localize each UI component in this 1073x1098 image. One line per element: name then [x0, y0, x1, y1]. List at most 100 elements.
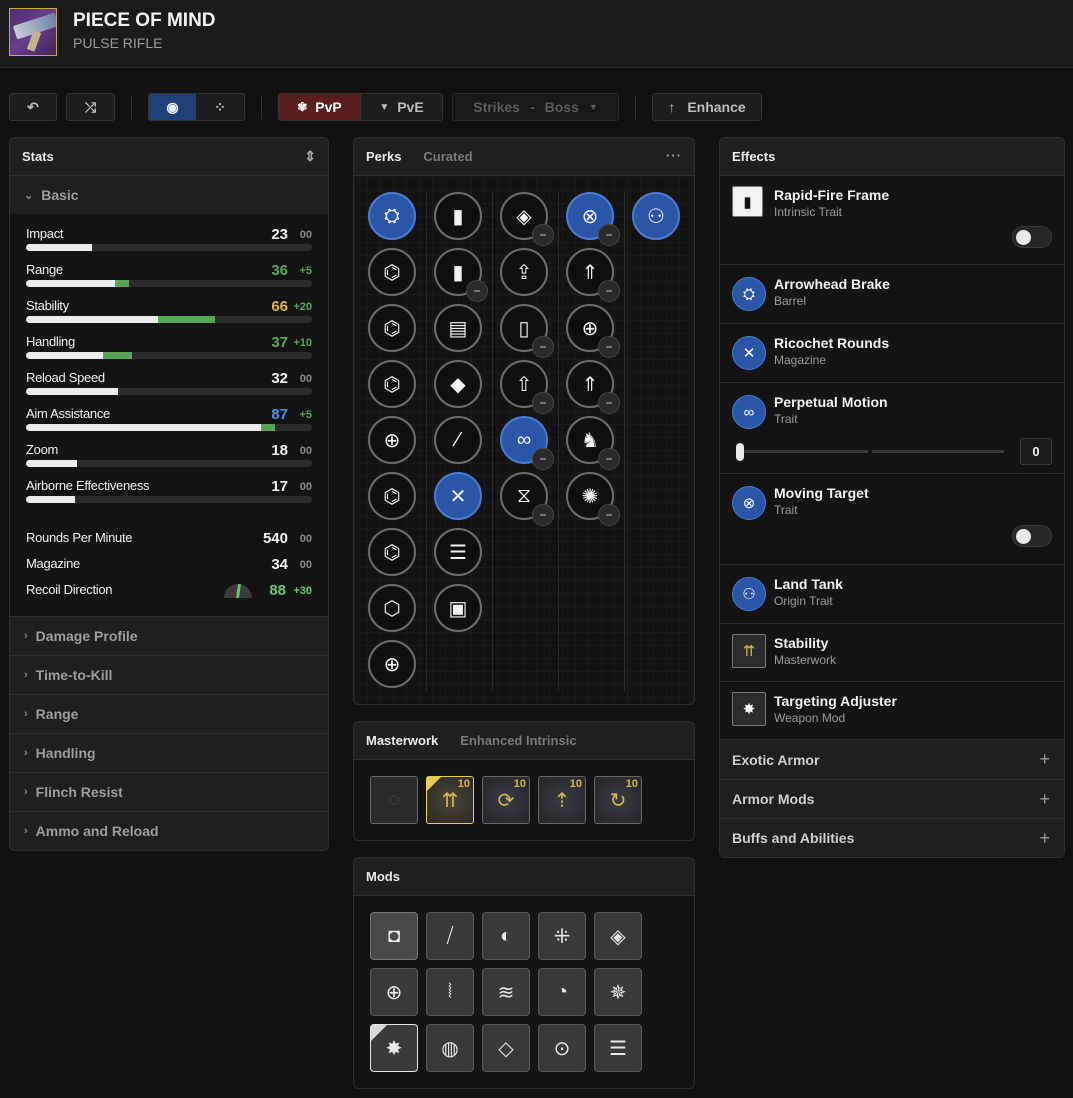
more-icon[interactable]: ··· — [666, 148, 682, 163]
add-armor-mods[interactable]: Armor Mods + — [720, 779, 1064, 818]
tab-perks[interactable]: Perks — [366, 149, 401, 164]
mod-slot[interactable]: ⦚ — [426, 968, 474, 1016]
effects-header: Effects — [720, 138, 1064, 176]
mod-slot[interactable]: ◐ — [482, 912, 530, 960]
perk-mag-7[interactable]: ☰ — [434, 528, 482, 576]
plus-icon[interactable]: + — [1039, 789, 1050, 810]
mod-slot[interactable]: ◔ — [538, 968, 586, 1016]
remove-perk-button[interactable]: − — [598, 448, 620, 470]
masterwork-handling[interactable]: ⟳ 10 — [482, 776, 530, 824]
section-handling[interactable]: › Handling — [10, 733, 328, 772]
remove-perk-button[interactable]: − — [598, 224, 620, 246]
perk-barrel-5[interactable]: ⊕ — [368, 416, 416, 464]
perk-moving-target[interactable]: ⊗ − — [566, 192, 620, 246]
section-range[interactable]: › Range — [10, 694, 328, 733]
perk-barrel-3[interactable]: ⌬ — [368, 304, 416, 352]
stat-name: Impact — [26, 226, 64, 241]
mod-slot[interactable]: ≋ — [482, 968, 530, 1016]
mod-slot[interactable]: ◇ — [482, 1024, 530, 1072]
remove-perk-button[interactable]: − — [532, 504, 554, 526]
mod-slot[interactable]: ⧸ — [426, 912, 474, 960]
section-time-to-kill[interactable]: › Time-to-Kill — [10, 655, 328, 694]
section-basic[interactable]: ⌄ Basic — [10, 176, 328, 214]
perk-trait2-3[interactable]: ⊕ − — [566, 304, 620, 358]
pvp-button[interactable]: ✾ PvP — [279, 94, 360, 120]
perk-trait2-5[interactable]: ♞ − — [566, 416, 620, 470]
perk-mag-4[interactable]: ◆ — [434, 360, 482, 408]
perk-trait1-3[interactable]: ▯ − — [500, 304, 554, 358]
mod-slot[interactable]: ◘ — [370, 912, 418, 960]
perk-mag-1[interactable]: ▮ — [434, 192, 482, 240]
perk-trait1-2[interactable]: ⇪ — [500, 248, 548, 296]
mod-slot[interactable]: ☰ — [594, 1024, 642, 1072]
perk-ricochet-rounds[interactable]: ✕ — [434, 472, 482, 520]
perk-icon: ♞ — [581, 429, 599, 452]
mod-slot[interactable]: ✸ — [370, 1024, 418, 1072]
mod-slot[interactable]: ⁜ — [538, 912, 586, 960]
perk-trait1-4[interactable]: ⇧ − — [500, 360, 554, 414]
perk-mag-5[interactable]: ⁄ — [434, 416, 482, 464]
randomize-button[interactable]: ⤮ — [66, 93, 115, 121]
perk-barrel-4[interactable]: ⌬ — [368, 360, 416, 408]
plus-icon[interactable]: + — [1039, 749, 1050, 770]
perk-icon: ▤ — [448, 317, 468, 340]
masterwork-reload-speed[interactable]: ↻ 10 — [594, 776, 642, 824]
section-flinch-resist[interactable]: › Flinch Resist — [10, 772, 328, 811]
masterwork-range[interactable]: ⇡ 10 — [538, 776, 586, 824]
expand-collapse-icon[interactable]: ⇕ — [304, 148, 316, 165]
view-single-button[interactable]: ◉ — [149, 94, 197, 120]
undo-button[interactable]: ↶ — [9, 93, 57, 121]
mod-slot[interactable]: ✵ — [594, 968, 642, 1016]
effects-panel: Effects ▮ Rapid-Fire Frame Intrinsic Trait… — [719, 137, 1065, 858]
remove-perk-button[interactable]: − — [598, 336, 620, 358]
view-compare-button[interactable]: ⁘ — [196, 94, 244, 120]
perk-land-tank[interactable]: ⚇ — [632, 192, 680, 240]
perk-trait1-1[interactable]: ◈ − — [500, 192, 554, 246]
perk-mag-3[interactable]: ▤ — [434, 304, 482, 352]
perk-trait2-6[interactable]: ✺ − — [566, 472, 620, 526]
remove-perk-button[interactable]: − — [598, 392, 620, 414]
perk-barrel-6[interactable]: ⌬ — [368, 472, 416, 520]
remove-perk-button[interactable]: − — [466, 280, 488, 302]
perk-mag-2[interactable]: ▮ − — [434, 248, 488, 302]
pve-button[interactable]: ▼ PvE — [360, 94, 442, 120]
tab-masterwork[interactable]: Masterwork — [366, 733, 438, 748]
plus-icon[interactable]: + — [1039, 828, 1050, 849]
mod-slot[interactable]: ⊙ — [538, 1024, 586, 1072]
enhance-button[interactable]: ↑ Enhance — [652, 93, 762, 121]
perk-trait2-4[interactable]: ⇑ − — [566, 360, 620, 414]
stat-list: Impact 23 00 Range 36 +5 Stability 66 +20 Handlin… — [10, 214, 328, 616]
slider-value-box[interactable]: 0 — [1020, 438, 1052, 465]
perk-trait2-2[interactable]: ⇑ − — [566, 248, 620, 302]
remove-perk-button[interactable]: − — [598, 504, 620, 526]
effect-toggle[interactable] — [1012, 226, 1052, 248]
remove-perk-button[interactable]: − — [532, 392, 554, 414]
perk-barrel-2[interactable]: ⌬ — [368, 248, 416, 296]
remove-perk-button[interactable]: − — [532, 224, 554, 246]
remove-perk-button[interactable]: − — [532, 336, 554, 358]
slider-handle[interactable] — [736, 443, 744, 461]
perk-barrel-9[interactable]: ⊕ — [368, 640, 416, 688]
mod-slot[interactable]: ⊕ — [370, 968, 418, 1016]
perk-trait1-6[interactable]: ⧖ − — [500, 472, 554, 526]
add-exotic-armor[interactable]: Exotic Armor + — [720, 740, 1064, 779]
add-buffs-and-abilities[interactable]: Buffs and Abilities + — [720, 818, 1064, 857]
masterwork-empty[interactable]: ◌ — [370, 776, 418, 824]
mod-slot[interactable]: ◍ — [426, 1024, 474, 1072]
perk-barrel-7[interactable]: ⌬ — [368, 528, 416, 576]
remove-perk-button[interactable]: − — [598, 280, 620, 302]
activity-dropdown[interactable]: Strikes - Boss ▼ — [452, 93, 619, 121]
remove-perk-button[interactable]: − — [532, 448, 554, 470]
perk-barrel-8[interactable]: ⬡ — [368, 584, 416, 632]
effect-toggle[interactable] — [1012, 525, 1052, 547]
effect-slider[interactable] — [736, 443, 1004, 461]
tab-curated[interactable]: Curated — [423, 149, 472, 164]
tab-enhanced-intrinsic[interactable]: Enhanced Intrinsic — [460, 733, 576, 748]
section-damage-profile[interactable]: › Damage Profile — [10, 616, 328, 655]
perk-mag-8[interactable]: ▣ — [434, 584, 482, 632]
perk-arrowhead-brake[interactable]: ⛭ — [368, 192, 416, 240]
masterwork-stability[interactable]: ⇈ 10 — [426, 776, 474, 824]
mod-slot[interactable]: ◈ — [594, 912, 642, 960]
section-ammo-and-reload[interactable]: › Ammo and Reload — [10, 811, 328, 850]
perk-perpetual-motion[interactable]: ∞ − — [500, 416, 554, 470]
